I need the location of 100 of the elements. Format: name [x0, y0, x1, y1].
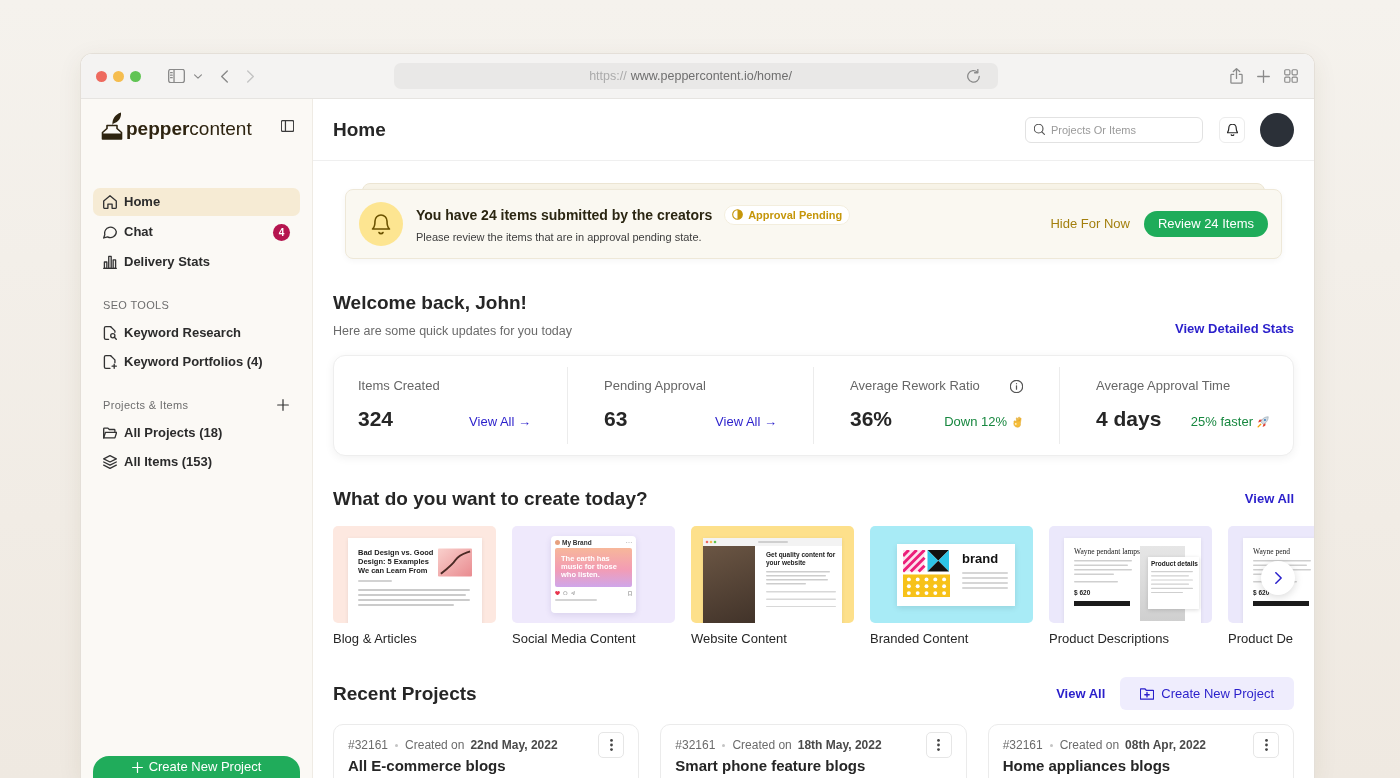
project-card[interactable]: #32161 Created on 08th Apr, 2022 Home appliances blogs [987, 724, 1294, 778]
created-date: 22nd May, 2022 [470, 738, 558, 752]
stat-change: 25% faster [1190, 414, 1253, 430]
created-label: Created on [1059, 738, 1120, 752]
created-date: 08th Apr, 2022 [1125, 738, 1206, 752]
text-columns-drawing [766, 590, 836, 607]
section-label: Projects & Items [103, 398, 189, 412]
content-type-label: Branded Content [870, 631, 970, 647]
detailed-stats-link[interactable]: View Detailed Stats [1175, 321, 1294, 337]
search-field[interactable]: Projects Or Items [1025, 116, 1203, 143]
project-id: #32161 [348, 738, 389, 752]
vertical-dots-icon [1264, 739, 1268, 751]
notifications-button[interactable] [1219, 116, 1245, 143]
section-label: SEO TOOLS [103, 298, 170, 312]
folder-plus-icon [1140, 687, 1155, 700]
project-title: Smart phone feature blogs [675, 758, 867, 774]
document-plus-icon [103, 355, 117, 369]
stat-value: 4 days [1096, 407, 1162, 431]
stat-label: Average Rework Ratio [850, 378, 980, 394]
sidebar-item[interactable]: Delivery Stats [93, 248, 300, 276]
view-all-link[interactable]: View All → [469, 414, 531, 430]
text-lines-drawing [358, 580, 392, 582]
bell-icon [359, 202, 403, 246]
stat-value: 63 [604, 407, 628, 431]
comment-icon [563, 590, 568, 596]
hide-button[interactable]: Hide For Now [1050, 214, 1130, 234]
sidebar-item[interactable]: All Items (153) [93, 448, 300, 476]
sidebar-item[interactable]: All Projects (18) [93, 419, 300, 447]
half-circle-icon [732, 209, 744, 220]
close-icon[interactable] [96, 70, 107, 82]
document-search-icon [103, 326, 117, 340]
back-icon[interactable] [221, 69, 228, 83]
folder-icon [103, 426, 117, 440]
project-card[interactable]: #32161 Created on 18th May, 2022 Smart phone feature blogs [660, 724, 967, 778]
info-icon[interactable] [1010, 379, 1023, 393]
create-project-button[interactable]: Create New Project [1120, 677, 1294, 710]
view-all-link[interactable]: View All → [715, 414, 777, 430]
article-image [438, 548, 472, 577]
share-icon[interactable] [1230, 68, 1243, 84]
add-button[interactable] [276, 398, 290, 412]
project-id: #32161 [1002, 738, 1043, 752]
avatar[interactable] [1260, 112, 1294, 147]
address-bar[interactable]: https:// www.peppercontent.io/home/ [394, 63, 998, 89]
send-icon [570, 590, 575, 596]
project-card[interactable]: #32161 Created on 22nd May, 2022 All E-commerce blogs [333, 724, 640, 778]
section-title: Recent Projects [333, 681, 477, 706]
tab-overview-icon[interactable] [1284, 69, 1298, 83]
text-lines-drawing [555, 599, 597, 601]
view-all-link[interactable]: View All [1244, 491, 1294, 507]
url-scheme: https:// [589, 68, 627, 84]
content-type-label: Blog & Articles [333, 631, 418, 647]
home-icon [103, 195, 117, 209]
new-tab-icon[interactable] [1257, 69, 1270, 83]
content-type-label: Social Media Content [512, 631, 637, 647]
plus-icon [277, 399, 289, 411]
separator-dot-icon [395, 743, 399, 747]
more-options-button[interactable] [598, 732, 625, 758]
ink-bottle-icon [100, 112, 124, 140]
project-title: Home appliances blogs [1002, 758, 1172, 774]
sidebar-item[interactable]: Chat 4 [93, 218, 300, 246]
created-date: 18th May, 2022 [797, 738, 882, 752]
created-label: Created on [732, 738, 792, 752]
text-lines-drawing [1151, 571, 1193, 594]
content-type-label: Product Descriptions [1049, 631, 1170, 647]
zoom-icon[interactable] [130, 70, 141, 82]
text-lines-drawing [962, 572, 1008, 589]
banner-title: You have 24 items submitted by the creators [416, 205, 713, 224]
more-options-button[interactable] [925, 732, 952, 758]
sidebar-item[interactable]: Keyword Research [93, 319, 300, 347]
reload-icon[interactable] [967, 69, 980, 83]
stat-value: 36% [850, 407, 893, 431]
brand-wordmark: brand [962, 551, 1000, 566]
chevron-down-icon[interactable] [194, 73, 202, 79]
more-options-button[interactable] [1253, 732, 1279, 758]
view-all-link[interactable]: View All [1056, 685, 1106, 702]
content-type-label: Product De [1228, 631, 1295, 647]
bar-chart-icon [103, 255, 117, 269]
sidebar-item[interactable]: Home [93, 188, 300, 216]
sidebar-toggle-icon[interactable] [168, 69, 185, 83]
profile-dot-icon [555, 540, 560, 545]
brand-preview[interactable]: brand [870, 526, 1033, 623]
text-lines-drawing [766, 571, 830, 585]
stat-label: Pending Approval [604, 378, 706, 394]
chat-bubble-icon [103, 225, 117, 239]
sidebar-collapse-icon[interactable] [281, 120, 294, 132]
separator-dot-icon [1049, 743, 1053, 747]
stat-label: Average Approval Time [1096, 378, 1231, 394]
project-title: All E-commerce blogs [348, 758, 507, 774]
text-lines-drawing [1074, 581, 1118, 583]
created-label: Created on [405, 738, 465, 752]
rocket-icon [1257, 416, 1269, 428]
stat-value: 324 [358, 407, 394, 431]
text-lines-drawing [1074, 560, 1132, 575]
plus-icon [131, 761, 143, 773]
banner-message: Please review the items that are in approval pending state. [416, 229, 703, 244]
project-id: #32161 [675, 738, 716, 752]
page-button-drawing [1074, 600, 1130, 606]
heart-icon [555, 590, 560, 596]
sidebar-item[interactable]: Keyword Portfolios (4) [93, 348, 300, 376]
forward-icon[interactable] [247, 69, 254, 83]
